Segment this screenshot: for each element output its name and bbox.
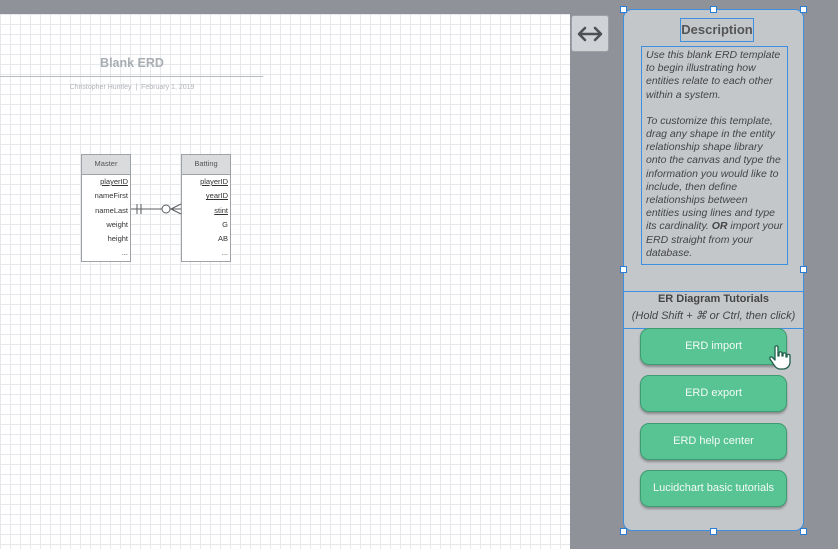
erd-export-button[interactable]: ERD export: [640, 375, 787, 412]
resize-handle[interactable]: [800, 266, 807, 273]
diagram-canvas[interactable]: Blank ERD Christopher Huntley | February…: [0, 14, 570, 549]
description-paragraph: To customize this template, drag any sha…: [646, 115, 783, 260]
panel-toggle-button[interactable]: [571, 15, 609, 52]
double-arrow-icon: [577, 26, 603, 42]
description-text-part: To customize this template, drag any sha…: [646, 114, 781, 233]
resize-handle[interactable]: [620, 528, 627, 535]
erd-help-center-button[interactable]: ERD help center: [640, 423, 787, 460]
resize-handle[interactable]: [800, 6, 807, 13]
tutorials-title: ER Diagram Tutorials: [657, 293, 770, 305]
resize-handle[interactable]: [710, 528, 717, 535]
relationship-line[interactable]: [0, 14, 570, 549]
description-emphasis: OR: [711, 220, 728, 233]
crows-foot: [170, 208, 182, 215]
description-title[interactable]: Description: [680, 18, 754, 42]
resize-handle[interactable]: [710, 6, 717, 13]
tutorials-hint: (Hold Shift + ⌘ or Ctrl, then click): [631, 310, 796, 322]
resize-handle[interactable]: [800, 528, 807, 535]
resize-handle[interactable]: [620, 6, 627, 13]
resize-handle[interactable]: [620, 266, 627, 273]
erd-import-button[interactable]: ERD import: [640, 328, 787, 365]
zero-marker: [161, 204, 171, 214]
description-text[interactable]: Use this blank ERD template to begin ill…: [641, 46, 788, 265]
section-divider: [623, 291, 804, 292]
hand-pointer-icon: [769, 345, 791, 370]
lucidchart-tutorials-button[interactable]: Lucidchart basic tutorials: [640, 470, 787, 507]
crows-foot: [170, 203, 182, 210]
description-paragraph: Use this blank ERD template to begin ill…: [646, 49, 781, 101]
